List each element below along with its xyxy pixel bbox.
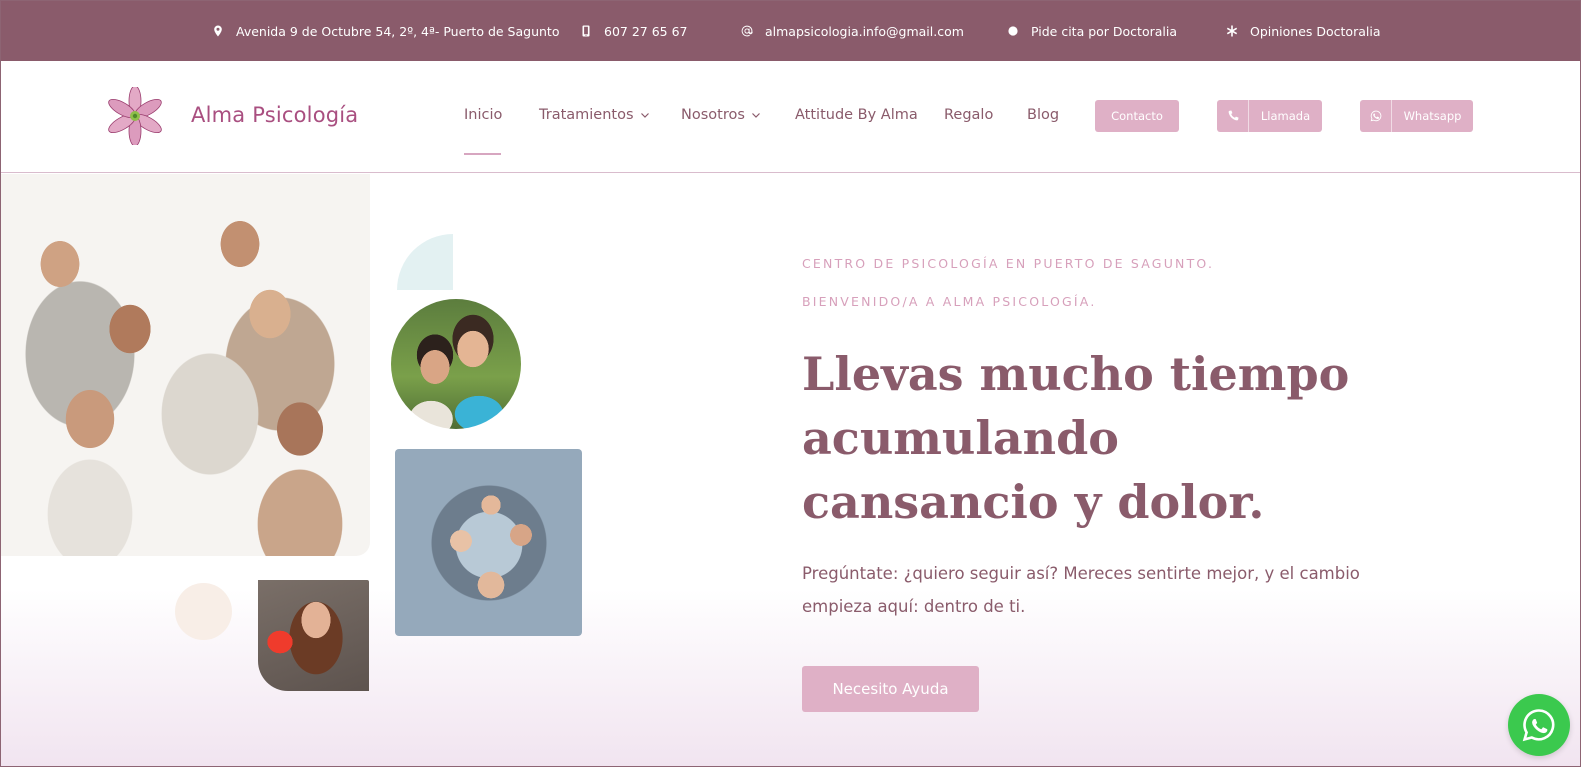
asterisk-icon <box>1226 25 1238 37</box>
at-sign-icon <box>741 25 753 37</box>
nav-tratamientos[interactable]: Tratamientos <box>539 107 650 123</box>
friends-circle-photo <box>395 449 582 636</box>
whatsapp-icon <box>1522 709 1555 742</box>
chevron-down-icon <box>640 113 649 118</box>
whatsapp-button-label: Whatsapp <box>1403 109 1462 123</box>
hero-eyebrow-location: CENTRO DE PSICOLOGÍA EN PUERTO DE SAGUNT… <box>802 256 1215 271</box>
nav-blog[interactable]: Blog <box>1027 107 1059 123</box>
hero-eyebrow-welcome: BIENVENIDO/A A ALMA PSICOLOGÍA. <box>802 294 1097 309</box>
chevron-down-icon <box>751 113 760 118</box>
site-header: Alma Psicología Inicio Tratamientos Noso… <box>0 61 1581 173</box>
top-info-bar: Avenida 9 de Octubre 54, 2º, 4ª- Puerto … <box>0 0 1581 61</box>
hero-group-photo <box>0 174 370 556</box>
nav-active-indicator <box>464 153 501 155</box>
whatsapp-button[interactable]: Whatsapp <box>1360 100 1473 132</box>
necesito-ayuda-button[interactable]: Necesito Ayuda <box>802 666 979 712</box>
mobile-phone-icon <box>580 25 592 37</box>
woman-heart-photo <box>258 580 369 691</box>
nav-attitude-by-alma[interactable]: Attitude By Alma <box>795 107 918 123</box>
dot-icon <box>1007 25 1019 37</box>
nav-nosotros-label: Nosotros <box>681 107 745 123</box>
hero-headline: Llevas mucho tiempo acumulando cansancio… <box>802 347 1350 529</box>
whatsapp-floating-button[interactable] <box>1508 694 1570 756</box>
children-photo <box>391 299 521 429</box>
lily-flower-icon <box>108 85 162 147</box>
phone-icon <box>1217 100 1249 132</box>
nav-regalo[interactable]: Regalo <box>944 107 993 123</box>
brand-name[interactable]: Alma Psicología <box>191 103 358 127</box>
email-link[interactable]: almapsicologia.info@gmail.com <box>741 22 964 40</box>
map-pin-icon <box>212 25 224 37</box>
nav-inicio[interactable]: Inicio <box>464 107 502 123</box>
phone-text: 607 27 65 67 <box>604 23 688 39</box>
hero-subtext: Pregúntate: ¿quiero seguir así? Mereces … <box>802 564 1360 616</box>
doctoralia-reviews-link[interactable]: Opiniones Doctoralia <box>1226 22 1381 40</box>
decorative-circle <box>175 583 232 640</box>
email-text: almapsicologia.info@gmail.com <box>765 23 964 39</box>
doctoralia-booking-text: Pide cita por Doctoralia <box>1031 23 1178 39</box>
llamada-button[interactable]: Llamada <box>1217 100 1322 132</box>
contacto-button-label: Contacto <box>1111 109 1163 123</box>
doctoralia-reviews-text: Opiniones Doctoralia <box>1250 23 1381 39</box>
contacto-button[interactable]: Contacto <box>1095 100 1179 132</box>
phone-link[interactable]: 607 27 65 67 <box>580 22 688 40</box>
nav-nosotros[interactable]: Nosotros <box>681 107 761 123</box>
address-text: Avenida 9 de Octubre 54, 2º, 4ª- Puerto … <box>236 23 560 39</box>
hero-section: CENTRO DE PSICOLOGÍA EN PUERTO DE SAGUNT… <box>0 174 1581 767</box>
nav-tratamientos-label: Tratamientos <box>539 107 634 123</box>
llamada-button-label: Llamada <box>1260 109 1311 123</box>
decorative-quarter-circle <box>397 234 453 290</box>
doctoralia-booking-link[interactable]: Pide cita por Doctoralia <box>1007 22 1177 40</box>
brand-logo[interactable] <box>104 85 166 147</box>
address-link[interactable]: Avenida 9 de Octubre 54, 2º, 4ª- Puerto … <box>212 22 559 40</box>
whatsapp-icon <box>1360 100 1392 132</box>
